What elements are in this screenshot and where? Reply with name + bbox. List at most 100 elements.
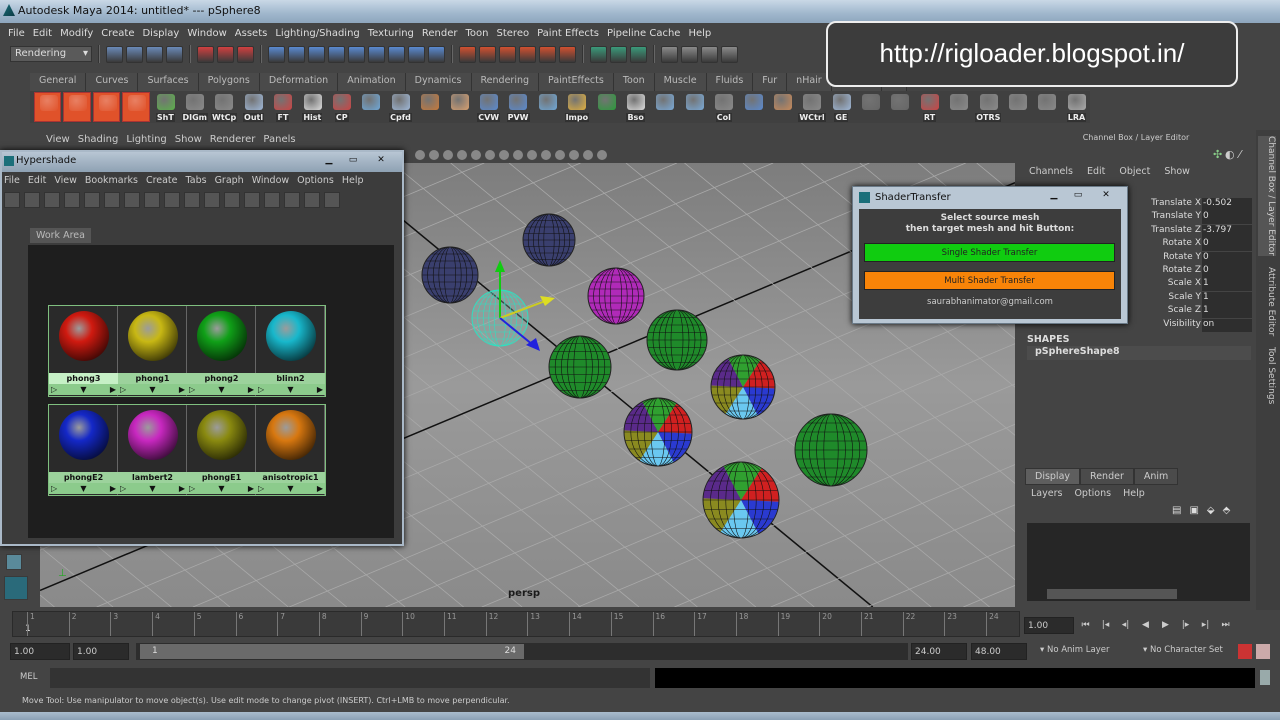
output-connections-icon[interactable]: ▷ <box>258 384 264 395</box>
command-language-label[interactable]: MEL <box>20 672 37 682</box>
shelf-tab-polygons[interactable]: Polygons <box>198 73 260 91</box>
expand-icon[interactable]: ▼ <box>218 483 224 494</box>
status-line-tool-icon[interactable] <box>661 45 678 63</box>
hypershade-tool-icon[interactable] <box>324 192 340 208</box>
hypershade-menu-help[interactable]: Help <box>342 175 372 186</box>
menu-window[interactable]: Window <box>185 28 232 39</box>
menu-file[interactable]: File <box>6 28 31 39</box>
layer-menu-help[interactable]: Help <box>1123 488 1145 499</box>
script-editor-icon[interactable] <box>1260 670 1270 685</box>
hypershade-menu-window[interactable]: Window <box>252 175 297 186</box>
shelf-tab-surfaces[interactable]: Surfaces <box>138 73 199 91</box>
layer-scrollbar[interactable] <box>1047 589 1177 599</box>
panel-menu-show[interactable]: Show <box>175 134 210 145</box>
shelf-button[interactable] <box>446 92 473 122</box>
output-connections-icon[interactable]: ▷ <box>51 384 57 395</box>
panel-tool-icon[interactable] <box>471 150 481 160</box>
menu-texturing[interactable]: Texturing <box>366 28 420 39</box>
panel-tool-icon[interactable] <box>415 150 425 160</box>
single-shader-transfer-button[interactable]: Single Shader Transfer <box>864 243 1115 262</box>
panel-menu-renderer[interactable]: Renderer <box>210 134 264 145</box>
start-time-field[interactable]: 1.00 <box>10 643 70 660</box>
shader-transfer-title-bar[interactable]: ShaderTransfer ▁ ▭ ✕ <box>853 187 1127 209</box>
animation-preferences-icon[interactable] <box>1256 644 1270 659</box>
hypershade-tool-icon[interactable] <box>144 192 160 208</box>
attribute-row-scale-y[interactable]: Scale Y1 <box>1117 291 1252 305</box>
channel-menu-show[interactable]: Show <box>1164 166 1190 177</box>
shelf-button[interactable] <box>1033 92 1060 122</box>
panel-menu-shading[interactable]: Shading <box>78 134 127 145</box>
move-down-layer-icon[interactable]: ⬘ <box>1223 505 1231 516</box>
close-button[interactable]: ✕ <box>1091 189 1121 203</box>
attribute-row-translate-y[interactable]: Translate Y0 <box>1117 211 1252 225</box>
shelf-button[interactable] <box>63 92 91 122</box>
hypershade-menu-tabs[interactable]: Tabs <box>186 175 215 186</box>
hypershade-menu-view[interactable]: View <box>54 175 85 186</box>
status-line-tool-icon[interactable] <box>368 45 385 63</box>
hypershade-menu-bookmarks[interactable]: Bookmarks <box>85 175 146 186</box>
attribute-row-rotate-z[interactable]: Rotate Z0 <box>1117 265 1252 278</box>
range-slider-track[interactable]: 1 24 <box>136 643 908 660</box>
shelf-tab-deformation[interactable]: Deformation <box>259 73 339 91</box>
shelf-tab-dynamics[interactable]: Dynamics <box>405 73 472 91</box>
attribute-value[interactable]: on <box>1202 318 1252 332</box>
end-time-field[interactable]: 48.00 <box>971 643 1027 660</box>
shelf-button-cvw[interactable]: CVW <box>475 92 502 122</box>
menu-display[interactable]: Display <box>140 28 185 39</box>
attribute-value[interactable]: 0 <box>1202 238 1252 252</box>
panel-tool-icon[interactable] <box>499 150 509 160</box>
layer-tab-render[interactable]: Render <box>1080 468 1134 485</box>
hypershade-tool-icon[interactable] <box>304 192 320 208</box>
input-connections-icon[interactable]: ▶ <box>179 384 185 395</box>
status-line-tool-icon[interactable] <box>308 45 325 63</box>
tab-work-area[interactable]: Work Area <box>30 228 91 243</box>
status-line-tool-icon[interactable] <box>388 45 405 63</box>
hypershade-tool-icon[interactable] <box>164 192 180 208</box>
status-line-tool-icon[interactable] <box>328 45 345 63</box>
status-line-tool-icon[interactable] <box>428 45 445 63</box>
auto-key-icon[interactable] <box>1238 644 1252 659</box>
output-connections-icon[interactable]: ▷ <box>258 483 264 494</box>
layer-tab-anim[interactable]: Anim <box>1133 468 1179 485</box>
shelf-button-ft[interactable]: FT <box>269 92 296 122</box>
shelf-button-sht[interactable]: ShT <box>152 92 179 122</box>
status-line-tool-icon[interactable] <box>590 45 607 63</box>
hypershade-title-bar[interactable]: Hypershade ▁ ▭ ✕ <box>2 152 402 172</box>
command-input[interactable] <box>50 668 650 688</box>
anim-layer-dropdown[interactable]: ▾ No Anim Layer <box>1040 645 1109 655</box>
status-line-tool-icon[interactable] <box>479 45 496 63</box>
input-connections-icon[interactable]: ▶ <box>110 483 116 494</box>
shelf-tab-toon[interactable]: Toon <box>613 73 655 91</box>
shelf-button[interactable] <box>1004 92 1031 122</box>
expand-icon[interactable]: ▼ <box>149 483 155 494</box>
channel-menu-channels[interactable]: Channels <box>1029 166 1073 177</box>
hypershade-tool-icon[interactable] <box>64 192 80 208</box>
shelf-button-otrs[interactable]: OTRS <box>975 92 1002 122</box>
menu-stereo[interactable]: Stereo <box>495 28 536 39</box>
status-line-tool-icon[interactable] <box>146 45 163 63</box>
attribute-value[interactable]: 0 <box>1202 265 1252 278</box>
shelf-button[interactable] <box>34 92 62 122</box>
go-to-start-icon[interactable]: ⏮ <box>1077 617 1094 634</box>
shelf-button-rt[interactable]: RT <box>916 92 943 122</box>
multi-shader-transfer-button[interactable]: Multi Shader Transfer <box>864 271 1115 290</box>
output-connections-icon[interactable]: ▷ <box>120 384 126 395</box>
attribute-value[interactable]: -3.797 <box>1202 224 1252 238</box>
shelf-button[interactable] <box>534 92 561 122</box>
input-connections-icon[interactable]: ▶ <box>110 384 116 395</box>
status-line-tool-icon[interactable] <box>499 45 516 63</box>
hypershade-menu-graph[interactable]: Graph <box>215 175 252 186</box>
work-area[interactable]: phong3 ▷ ▼ ▶ phong1 ▷ ▼ ▶ phong2 ▷ ▼ ▶ blinn2 ▷ ▼ ▶ pho… <box>28 245 394 538</box>
expand-icon[interactable]: ▼ <box>80 384 86 395</box>
menu-modify[interactable]: Modify <box>58 28 99 39</box>
side-tab-tool-settings[interactable]: Tool Settings <box>1258 346 1276 406</box>
hypershade-tool-icon[interactable] <box>104 192 120 208</box>
menu-create[interactable]: Create <box>99 28 140 39</box>
new-layer-selected-icon[interactable]: ▣ <box>1189 505 1198 516</box>
shading-ball-icon[interactable]: ◐ <box>1225 148 1235 161</box>
shelf-button[interactable] <box>92 92 121 122</box>
panel-tool-icon[interactable] <box>597 150 607 160</box>
hypershade-tool-icon[interactable] <box>124 192 140 208</box>
status-line-tool-icon[interactable] <box>630 45 647 63</box>
panel-tool-icon[interactable] <box>443 150 453 160</box>
